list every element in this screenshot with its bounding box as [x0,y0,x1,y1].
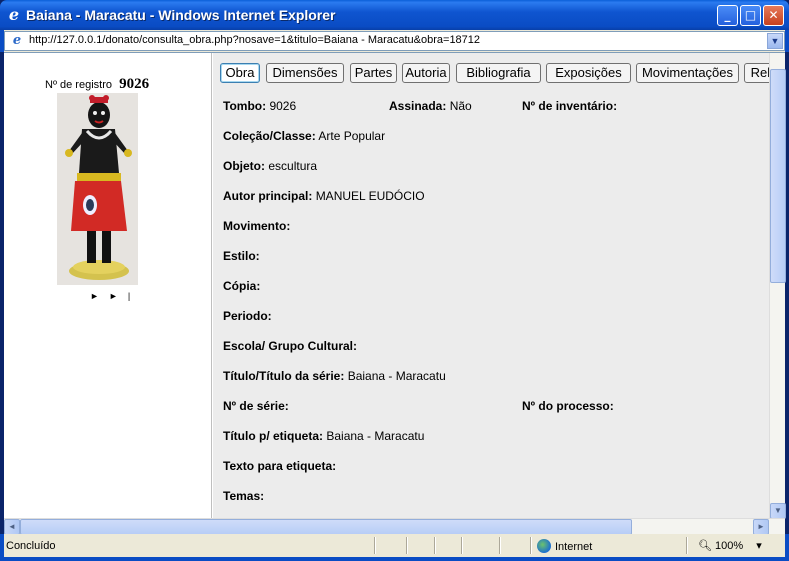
field-label: Título/Título da série: [223,369,345,383]
field-label: Cópia: [223,279,261,293]
field-inventario: Nº de inventário: [522,99,617,113]
minimize-button[interactable]: _ [717,5,738,26]
tab-obra[interactable]: Obra [220,63,260,83]
field-value: Arte Popular [318,129,386,143]
field-label: Movimento: [223,219,291,233]
field-label: Escola/ Grupo Cultural: [223,339,358,353]
address-input[interactable]: e http://127.0.0.1/donato/consulta_obra.… [4,31,785,51]
tab-bibliografia[interactable]: Bibliografia [456,63,541,83]
status-divider [374,537,375,554]
field-num-serie: Nº de série: [223,399,289,413]
scroll-left-button[interactable]: ◄ [4,519,20,535]
registro: Nº de registro 9026 [45,76,149,93]
field-label: Texto para etiqueta: [223,459,337,473]
zoom-icon: 🔍︎ [698,540,712,552]
field-value: Não [449,99,472,113]
field-colecao: Coleção/Classe: Arte Popular [223,129,385,143]
maximize-button[interactable]: □ [740,5,761,26]
sculpture-image [57,93,138,285]
status-divider [434,537,435,554]
status-text: Concluído [6,540,56,552]
field-titulo-serie: Título/Título da série: Baiana - Maracat… [223,369,446,383]
scroll-right-button[interactable]: ► [753,519,769,535]
field-texto-etiqueta: Texto para etiqueta: [223,459,336,473]
registro-label: Nº de registro [45,79,112,91]
field-value: Baiana - Maracatu [347,369,446,383]
field-num-processo: Nº do processo: [522,399,614,413]
field-objeto: Objeto: escultura [223,159,317,173]
security-zone[interactable]: Internet [537,539,592,553]
page-content: Nº de registro 9026 ►►| Obra Dimensões P… [4,52,786,519]
status-bar: Concluído Internet 🔍︎ 100% ▾ [0,534,789,561]
field-label: Objeto: [223,159,265,173]
status-divider [686,537,687,554]
status-divider [461,537,462,554]
field-label: Temas: [223,489,265,503]
tab-bar: Obra Dimensões Partes Autoria Bibliograf… [213,61,769,85]
registro-value: 9026 [119,76,150,92]
field-label: Nº de série: [223,399,289,413]
ie-logo-icon: e [8,5,20,24]
field-label: Tombo: [223,99,267,113]
vertical-scrollbar[interactable]: ▼ [769,53,786,519]
next-image-button[interactable]: ► [90,291,109,301]
zone-label: Internet [555,541,593,553]
scroll-down-button[interactable]: ▼ [770,503,786,519]
tab-autoria[interactable]: Autoria [402,63,450,83]
field-value: MANUEL EUDÓCIO [315,189,425,203]
field-copia: Cópia: [223,279,260,293]
close-button[interactable]: ✕ [763,5,784,26]
address-bar: e http://127.0.0.1/donato/consulta_obra.… [0,30,789,52]
field-autor: Autor principal: MANUEL EUDÓCIO [223,189,425,203]
address-dropdown-icon[interactable]: ▼ [767,33,783,49]
title-bar: e Baiana - Maracatu - Windows Internet E… [0,0,789,30]
globe-icon [537,539,551,553]
chevron-down-icon[interactable]: ▾ [756,540,762,552]
field-periodo: Periodo: [223,309,272,323]
image-panel: Nº de registro 9026 ►►| [4,53,212,519]
field-label: Assinada: [389,99,447,113]
field-value: 9026 [269,99,297,113]
zoom-level: 100% [715,540,744,552]
field-tombo: Tombo: 9026 [223,99,296,113]
tab-partes[interactable]: Partes [350,63,397,83]
field-movimento: Movimento: [223,219,290,233]
field-label: Título p/ etiqueta: [223,429,323,443]
window-title: Baiana - Maracatu - Windows Internet Exp… [26,7,336,23]
tab-movimentacoes[interactable]: Movimentações [636,63,739,83]
field-value: Baiana - Maracatu [326,429,425,443]
field-escola: Escola/ Grupo Cultural: [223,339,357,353]
page-icon: e [12,33,22,48]
status-divider [406,537,407,554]
tab-relacionadas[interactable]: Rela [744,63,769,83]
tab-dimensoes[interactable]: Dimensões [266,63,344,83]
status-divider [530,537,531,554]
details-panel: Obra Dimensões Partes Autoria Bibliograf… [213,53,769,519]
image-navigation: ►►| [90,291,140,301]
tab-exposicoes[interactable]: Exposições [546,63,631,83]
field-label: Nº de inventário: [522,99,618,113]
status-divider [499,537,500,554]
last-image-button[interactable]: ►| [109,291,140,301]
field-label: Coleção/Classe: [223,129,316,143]
horizontal-scroll-thumb[interactable] [20,519,632,535]
field-label: Periodo: [223,309,272,323]
horizontal-scrollbar[interactable]: ◄ ► [4,518,785,535]
field-label: Estilo: [223,249,260,263]
field-temas: Temas: [223,489,264,503]
field-estilo: Estilo: [223,249,260,263]
zoom-control[interactable]: 🔍︎ 100% ▾ [698,539,762,552]
field-assinada: Assinada: Não [389,99,472,113]
field-titulo-etiqueta: Título p/ etiqueta: Baiana - Maracatu [223,429,424,443]
field-value: escultura [268,159,318,173]
vertical-scroll-thumb[interactable] [770,69,786,283]
field-label: Nº do processo: [522,399,614,413]
field-label: Autor principal: [223,189,313,203]
address-url[interactable]: http://127.0.0.1/donato/consulta_obra.ph… [29,34,480,46]
